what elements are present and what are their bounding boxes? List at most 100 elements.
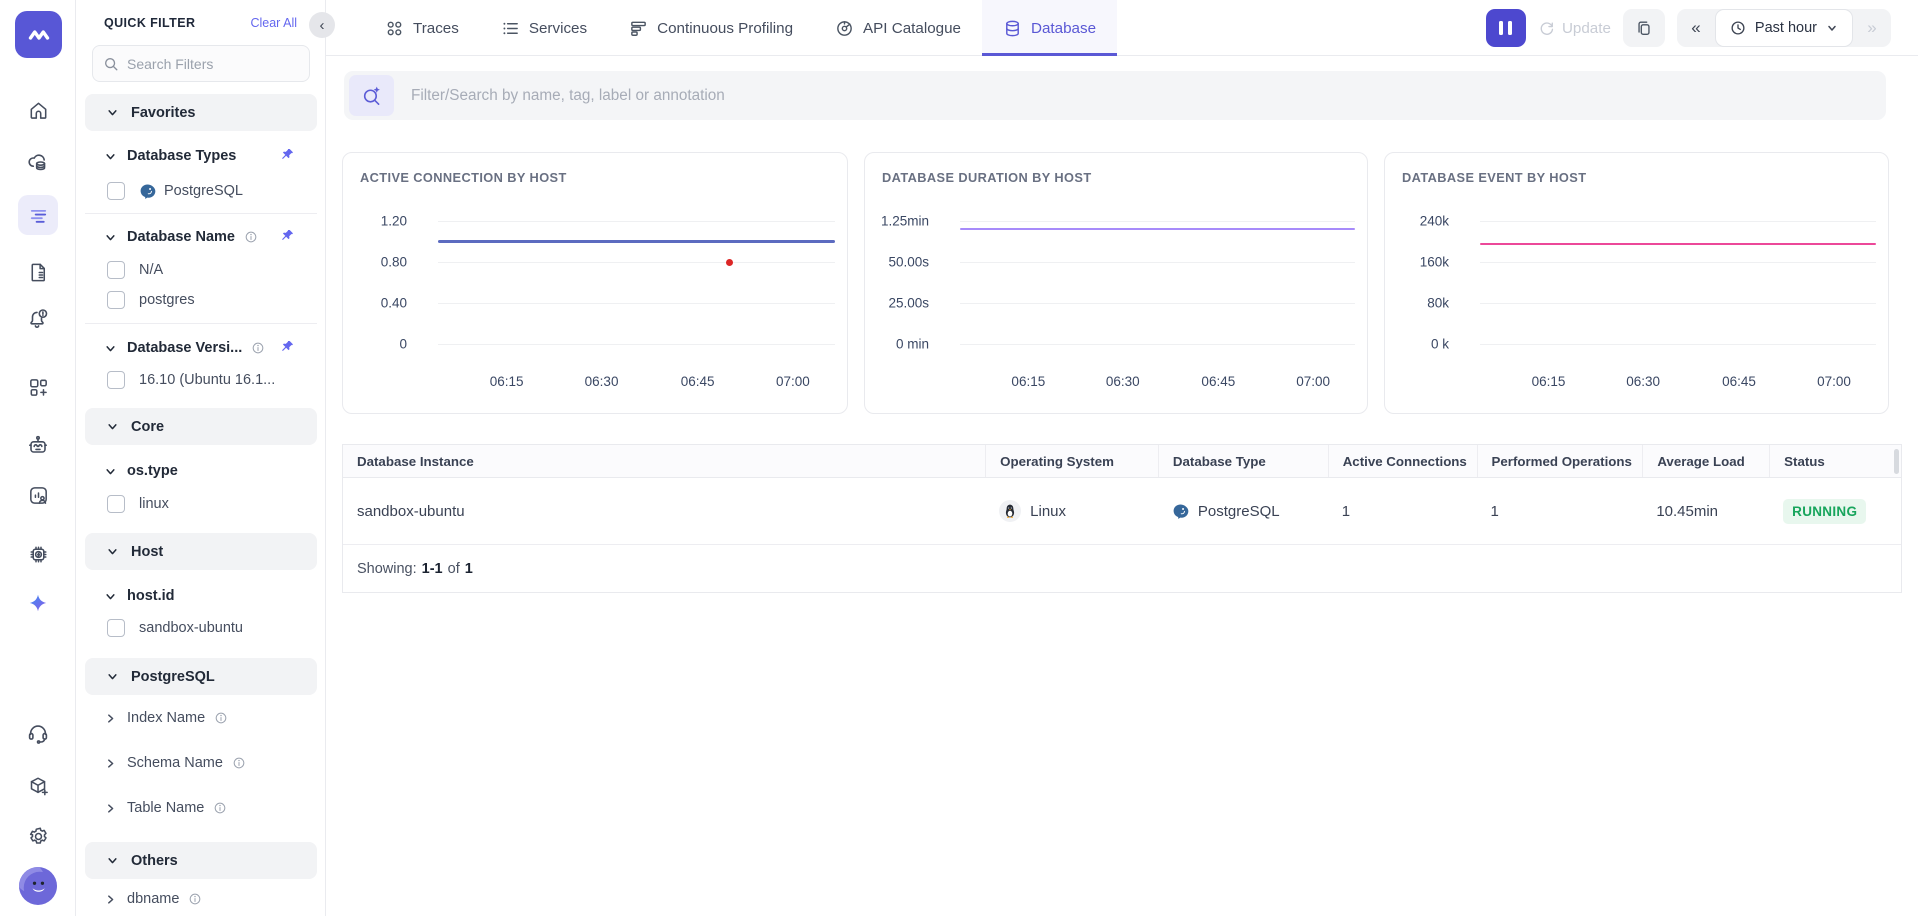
tab-continuous-profiling[interactable]: Continuous Profiling: [608, 0, 814, 56]
pin-icon[interactable]: [279, 228, 295, 249]
anomaly-dot: [726, 259, 733, 266]
sidebar-item-dashboards[interactable]: [18, 367, 58, 407]
sidebar-item-ai-assistant[interactable]: [18, 584, 58, 624]
chevron-down-icon: [103, 589, 118, 604]
sidebar-item-integrations[interactable]: [18, 766, 58, 806]
cell-database-instance[interactable]: sandbox-ubuntu: [343, 478, 985, 544]
sidebar-item-alerts[interactable]: [18, 299, 58, 339]
group-host-id[interactable]: host.id: [103, 586, 175, 606]
table-scrollbar[interactable]: [1894, 449, 1899, 474]
main-filter-bar[interactable]: [344, 71, 1886, 120]
chart-database-event: DATABASE EVENT BY HOST 240k160k80k0 k06:…: [1384, 152, 1889, 414]
checkbox[interactable]: [107, 182, 125, 200]
brand-logo[interactable]: [15, 11, 62, 58]
cell-performed-operations: 1: [1477, 478, 1643, 544]
filter-option-postgres[interactable]: postgres: [107, 289, 195, 311]
checkbox[interactable]: [107, 495, 125, 513]
pin-icon[interactable]: [279, 147, 295, 168]
time-forward-button[interactable]: »: [1853, 9, 1891, 47]
section-others[interactable]: Others: [85, 842, 317, 879]
option-label: sandbox-ubuntu: [139, 620, 243, 636]
filter-option-postgresql[interactable]: PostgreSQL: [107, 180, 243, 202]
group-table-name[interactable]: Table Name: [103, 798, 227, 818]
filter-search-input[interactable]: [127, 56, 287, 72]
database-icon: [1003, 19, 1022, 38]
api-catalogue-icon: [835, 19, 854, 38]
sidebar-item-account[interactable]: [18, 866, 58, 906]
section-postgresql[interactable]: PostgreSQL: [85, 658, 317, 695]
group-database-version[interactable]: Database Versi...: [103, 338, 265, 358]
alert-bell-icon: [26, 307, 50, 331]
group-index-name[interactable]: Index Name: [103, 708, 228, 728]
ai-search-tile[interactable]: [349, 75, 394, 116]
column-header-status[interactable]: Status: [1769, 445, 1901, 477]
info-icon: [213, 801, 227, 815]
option-label: postgres: [139, 292, 195, 308]
option-label: linux: [139, 496, 169, 512]
clear-all-button[interactable]: Clear All: [250, 16, 297, 30]
column-header-database-instance[interactable]: Database Instance: [343, 445, 985, 477]
sidebar-item-assistant-bot[interactable]: [18, 425, 58, 465]
divider: [85, 323, 317, 324]
sidebar-item-home[interactable]: [18, 90, 58, 130]
time-range-group: « Past hour »: [1677, 9, 1891, 47]
column-header-performed-operations[interactable]: Performed Operations: [1477, 445, 1643, 477]
group-database-types[interactable]: Database Types: [103, 146, 236, 166]
sidebar-item-apm[interactable]: [18, 195, 58, 235]
time-range-selector[interactable]: Past hour: [1715, 9, 1853, 47]
column-header-operating-system[interactable]: Operating System: [985, 445, 1158, 477]
column-header-average-load[interactable]: Average Load: [1642, 445, 1769, 477]
panel-collapse-button[interactable]: ‹: [309, 12, 335, 38]
quick-filter-title: QUICK FILTER: [104, 16, 195, 30]
icon-rail: [0, 0, 76, 916]
section-favorites[interactable]: Favorites: [85, 94, 317, 131]
sidebar-item-infrastructure[interactable]: [18, 143, 58, 183]
x-axis-tick: 06:45: [1201, 374, 1235, 389]
sidebar-item-logs[interactable]: [18, 252, 58, 292]
y-axis-tick: 0.80: [343, 255, 407, 270]
sidebar-item-settings[interactable]: [18, 816, 58, 856]
pin-icon[interactable]: [279, 339, 295, 360]
cell-active-connections: 1: [1328, 478, 1477, 544]
checkbox[interactable]: [107, 261, 125, 279]
checkbox[interactable]: [107, 619, 125, 637]
sidebar-item-processes[interactable]: [18, 534, 58, 574]
grid-line: [1480, 262, 1876, 263]
middleware-logo-icon: [24, 20, 54, 50]
filter-option-sandbox-ubuntu[interactable]: sandbox-ubuntu: [107, 617, 243, 639]
section-core[interactable]: Core: [85, 408, 317, 445]
table-row[interactable]: sandbox-ubuntu Linux PostgreSQL 1 1 10.4…: [343, 478, 1901, 545]
group-os-type[interactable]: os.type: [103, 461, 178, 481]
group-schema-name[interactable]: Schema Name: [103, 753, 246, 773]
sidebar-item-rum[interactable]: [18, 475, 58, 515]
group-database-name[interactable]: Database Name: [103, 227, 258, 247]
column-header-active-connections[interactable]: Active Connections: [1328, 445, 1477, 477]
checkbox[interactable]: [107, 291, 125, 309]
column-header-database-type[interactable]: Database Type: [1158, 445, 1328, 477]
tab-database[interactable]: Database: [982, 0, 1117, 56]
tab-api-catalogue[interactable]: API Catalogue: [814, 0, 982, 56]
filter-option-version[interactable]: 16.10 (Ubuntu 16.1...: [107, 369, 275, 391]
main-filter-input[interactable]: [411, 87, 1711, 105]
y-axis-tick: 1.20: [343, 214, 407, 229]
dashboard-add-icon: [27, 376, 50, 399]
tab-traces[interactable]: Traces: [364, 0, 480, 56]
grid-line: [438, 303, 835, 304]
update-button[interactable]: Update: [1538, 20, 1611, 37]
section-host[interactable]: Host: [85, 533, 317, 570]
apm-traces-icon: [27, 204, 50, 227]
group-dbname[interactable]: dbname: [103, 889, 202, 909]
filter-option-linux[interactable]: linux: [107, 493, 169, 515]
sidebar-item-support[interactable]: [18, 713, 58, 753]
filter-option-na[interactable]: N/A: [107, 259, 163, 281]
chart-active-connection: ACTIVE CONNECTION BY HOST 1.200.800.4000…: [342, 152, 848, 414]
copy-button[interactable]: [1623, 9, 1665, 47]
option-label: PostgreSQL: [164, 183, 243, 199]
time-back-button[interactable]: «: [1677, 9, 1715, 47]
pause-button[interactable]: [1486, 9, 1526, 47]
tab-services[interactable]: Services: [480, 0, 608, 56]
table-footer: Showing: 1-1 of 1: [343, 545, 1901, 592]
checkbox[interactable]: [107, 371, 125, 389]
filter-search-box[interactable]: [92, 45, 310, 82]
group-label: os.type: [127, 463, 178, 479]
